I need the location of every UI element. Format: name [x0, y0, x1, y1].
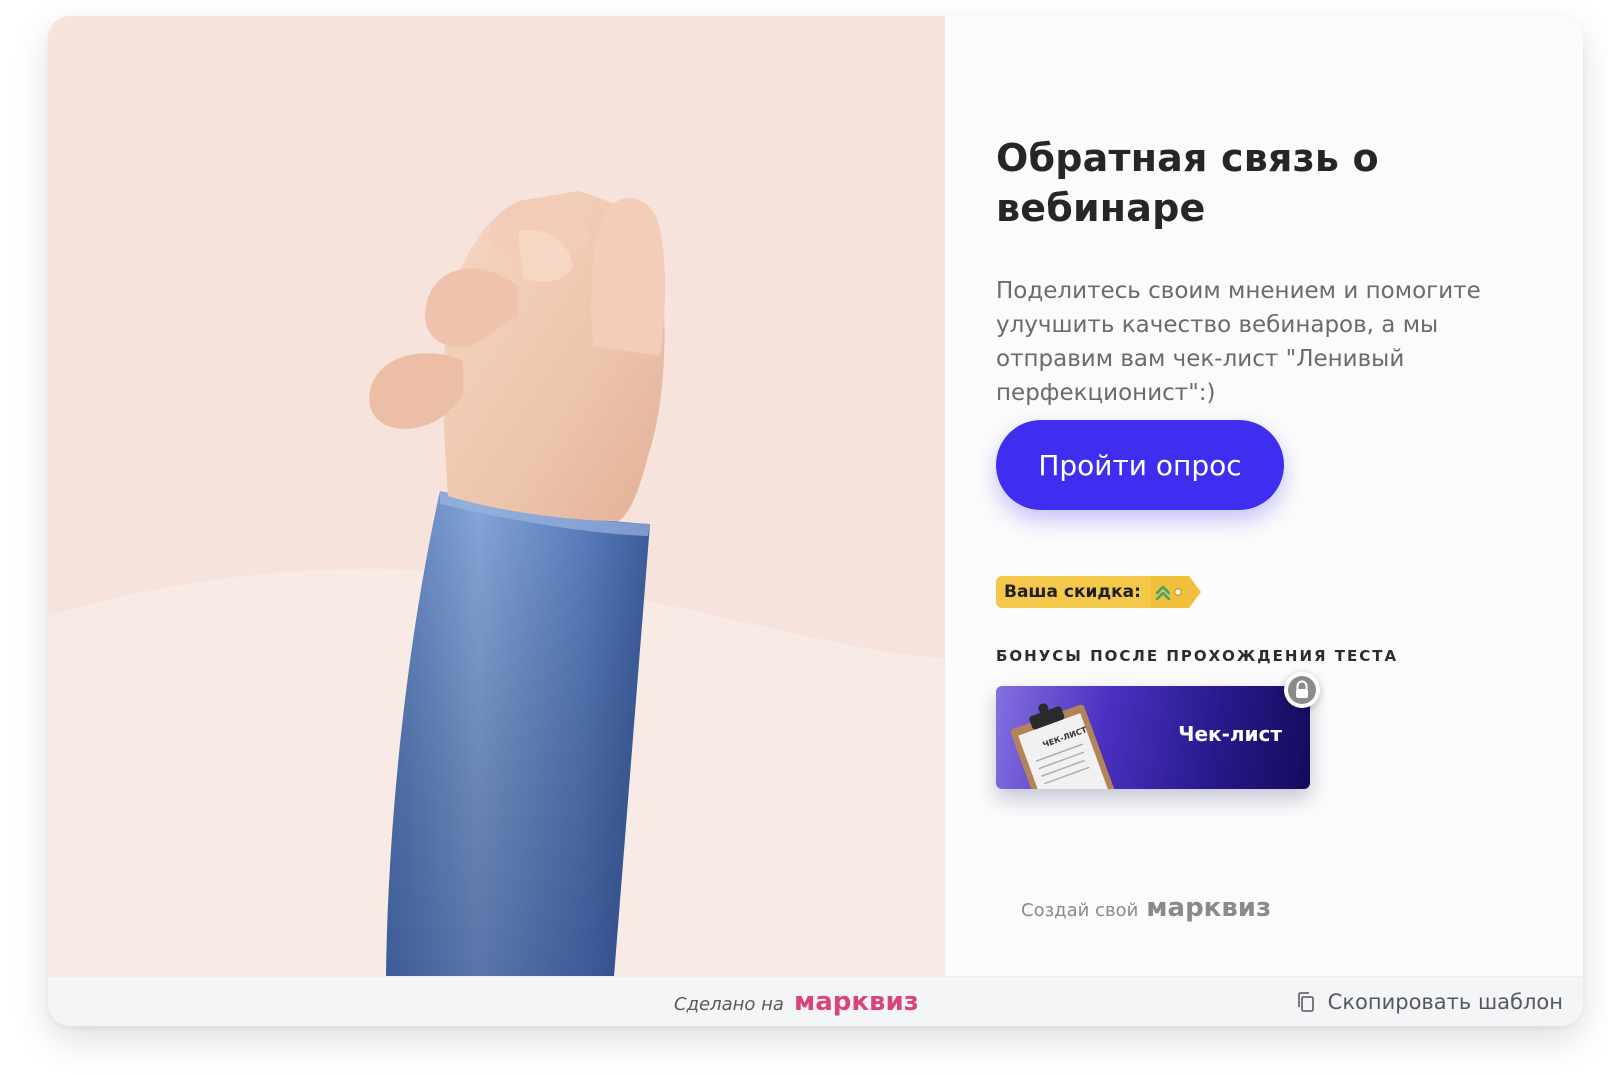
start-survey-button[interactable]: Пройти опрос: [996, 420, 1284, 510]
page-title: Обратная связь о вебинаре: [996, 136, 1379, 230]
bonus-card[interactable]: ЧЕК-ЛИСТ Чек-лист: [996, 686, 1310, 789]
made-on-link[interactable]: Сделано на марквиз: [674, 987, 919, 1017]
copy-icon: [1297, 992, 1314, 1012]
bonus-title: Чек-лист: [1178, 722, 1282, 746]
quiz-card: Обратная связь о вебинаре Поделитесь сво…: [48, 16, 1583, 1026]
clipboard-icon: ЧЕК-ЛИСТ: [1010, 703, 1115, 789]
copy-template-label: Скопировать шаблон: [1327, 990, 1563, 1014]
footer-bar: Сделано на марквиз Скопировать шаблон: [48, 976, 1583, 1026]
double-chevron-up-icon: [1155, 585, 1182, 601]
marquiz-logo: марквиз: [1146, 893, 1272, 923]
copy-template-button[interactable]: Скопировать шаблон: [1296, 987, 1563, 1017]
discount-badge: Ваша скидка:: [996, 576, 1201, 608]
raised-hand-illustration: [48, 191, 945, 976]
discount-label: Ваша скидка:: [996, 576, 1151, 608]
content-panel: Обратная связь о вебинаре Поделитесь сво…: [996, 16, 1556, 976]
bonuses-heading: БОНУСЫ ПОСЛЕ ПРОХОЖДЕНИЯ ТЕСТА: [996, 647, 1399, 665]
discount-tag: [1150, 576, 1201, 608]
hero-image: [48, 16, 945, 976]
marquiz-brand: марквиз: [793, 987, 919, 1017]
made-on-text: Сделано на: [674, 994, 784, 1015]
lock-icon: [1288, 676, 1316, 704]
create-own-link[interactable]: Создай свой марквиз: [1021, 893, 1271, 923]
page-description: Поделитесь своим мнением и помогите улуч…: [996, 278, 1481, 406]
create-own-text: Создай свой: [1021, 900, 1139, 921]
lock-badge: [1284, 672, 1320, 708]
